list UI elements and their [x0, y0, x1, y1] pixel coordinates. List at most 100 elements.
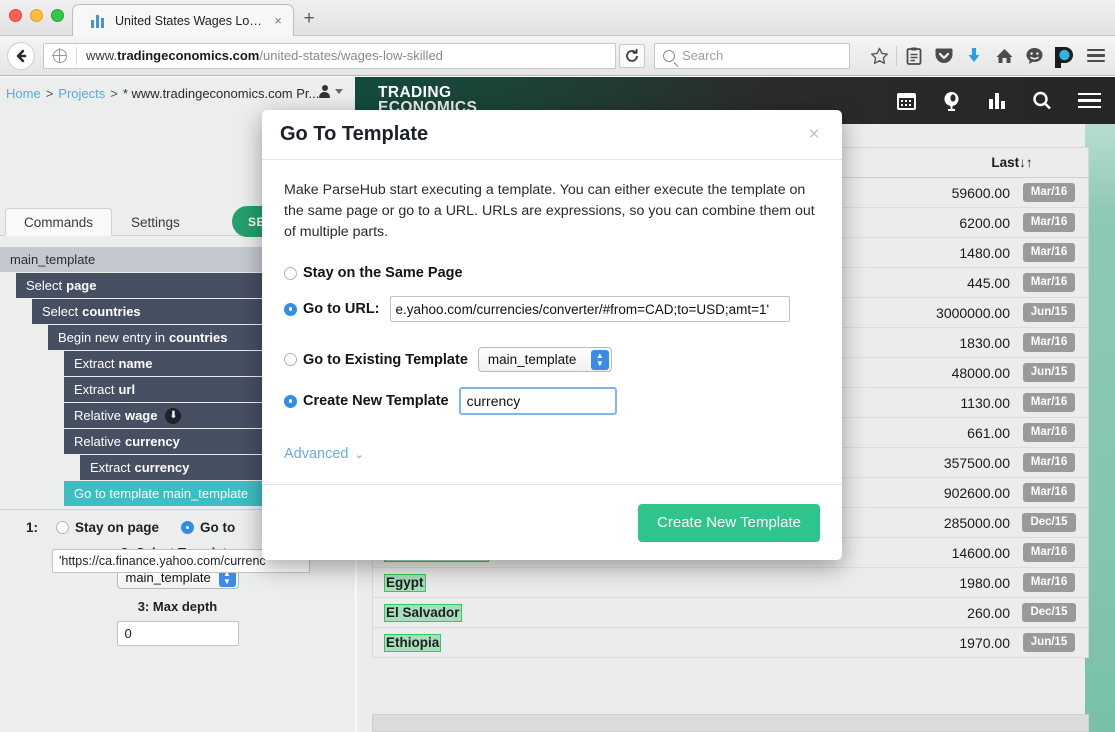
- command-tree-row-target: currency: [134, 460, 190, 475]
- status-badge: Mar/16: [1022, 243, 1076, 262]
- existing-template-dropdown[interactable]: main_template ▲ ▼: [477, 347, 612, 372]
- status-badge: Dec/15: [1022, 513, 1076, 532]
- pocket-icon[interactable]: [929, 42, 959, 70]
- breadcrumb-home[interactable]: Home: [6, 86, 41, 101]
- option-stay-same-page[interactable]: Stay on the Same Page: [284, 265, 820, 281]
- tab-commands-label: Commands: [24, 214, 94, 230]
- tab-commands[interactable]: Commands: [5, 208, 113, 236]
- radio-stay-same-page[interactable]: [284, 266, 297, 280]
- modal-header: Go To Template ×: [262, 110, 842, 160]
- search-placeholder: Search: [682, 48, 724, 63]
- download-icon[interactable]: ⬇: [165, 407, 182, 424]
- chat-icon[interactable]: [1019, 42, 1049, 70]
- radio-go-to-existing[interactable]: [284, 353, 297, 366]
- screenshot-root: Last↓↑ 59600.00 Mar/16 6200.00 Mar/16 1480.0…: [0, 0, 1115, 732]
- search-input[interactable]: Search: [654, 42, 850, 69]
- maximize-window-button[interactable]: [51, 9, 64, 22]
- radio-stay-on-page-label: Stay on page: [75, 520, 160, 535]
- option-create-new[interactable]: Create New Template currency: [284, 387, 820, 415]
- table-cell-date: Dec/15: [1010, 513, 1088, 532]
- status-badge: Mar/16: [1022, 453, 1076, 472]
- table-cell-last: 357500.00: [943, 454, 1010, 471]
- max-depth-value: 0: [124, 626, 132, 641]
- command-tree-row-label: Relative: [74, 408, 121, 423]
- url-bar[interactable]: www.tradingeconomics.com/united-states/w…: [43, 42, 616, 69]
- command-tree-row-label: Extract: [90, 460, 131, 475]
- table-cell-last: 1480.00: [959, 244, 1010, 261]
- tab-settings[interactable]: Settings: [113, 208, 198, 236]
- close-icon[interactable]: ×: [271, 13, 285, 28]
- stepper-icon: ▲ ▼: [590, 350, 609, 370]
- create-new-template-button[interactable]: Create New Template: [638, 503, 820, 542]
- reload-button[interactable]: [619, 43, 645, 68]
- table-cell-last: 445.00: [967, 274, 1010, 291]
- home-icon[interactable]: [989, 42, 1019, 70]
- chart-icon[interactable]: [987, 92, 1006, 110]
- option-go-to-existing[interactable]: Go to Existing Template main_template ▲ ▼: [284, 347, 820, 372]
- table-cell-last: 661.00: [967, 424, 1010, 441]
- downloads-icon[interactable]: [959, 42, 989, 70]
- te-column-header-last[interactable]: Last↓↑: [936, 155, 1088, 170]
- breadcrumb-sep-2: >: [110, 85, 118, 101]
- table-cell-last: 285000.00: [943, 514, 1010, 531]
- table-cell-country[interactable]: El Salvador: [373, 603, 462, 622]
- table-cell-date: Jun/15: [1010, 363, 1088, 382]
- calendar-icon[interactable]: [897, 91, 916, 110]
- selected-country-label[interactable]: El Salvador: [384, 603, 462, 622]
- command-tree-row-target: currency: [124, 434, 180, 449]
- radio-stay-on-page[interactable]: [56, 521, 70, 534]
- breadcrumb-projects[interactable]: Projects: [58, 86, 105, 101]
- globe-icon[interactable]: [942, 91, 961, 111]
- browser-tab[interactable]: United States Wages Low ... ×: [72, 4, 294, 36]
- bar-chart-icon: [90, 14, 106, 28]
- status-badge: Jun/15: [1022, 303, 1076, 322]
- radio-create-new[interactable]: [284, 394, 297, 408]
- close-icon[interactable]: ×: [804, 125, 824, 144]
- command-tree-row-label: Extract: [74, 356, 115, 371]
- status-badge: Mar/16: [1022, 273, 1076, 292]
- search-icon[interactable]: [1032, 91, 1052, 111]
- go-to-url-input[interactable]: e.yahoo.com/currencies/converter/#from=C…: [389, 296, 790, 322]
- table-row[interactable]: El Salvador 260.00 Dec/15: [373, 598, 1088, 628]
- radio-go-to-url[interactable]: [284, 302, 297, 316]
- option-go-to-url[interactable]: Go to URL: e.yahoo.com/currencies/conver…: [284, 296, 820, 322]
- option-stay-same-page-label: Stay on the Same Page: [303, 265, 463, 281]
- user-menu[interactable]: [319, 85, 343, 98]
- browser-navbar: www.tradingeconomics.com/united-states/w…: [0, 36, 1115, 76]
- command-tree-row-label: Extract: [74, 382, 115, 397]
- table-row[interactable]: Egypt 1980.00 Mar/16: [373, 568, 1088, 598]
- tab-settings-label: Settings: [131, 214, 180, 230]
- selected-country-label[interactable]: Ethiopia: [384, 633, 442, 652]
- back-button[interactable]: [7, 41, 35, 70]
- table-cell-country[interactable]: Ethiopia: [373, 633, 442, 652]
- radio-go-to[interactable]: [181, 521, 195, 534]
- status-badge: Mar/16: [1022, 483, 1076, 502]
- url-host-prefix: www.: [86, 48, 118, 63]
- table-cell-country[interactable]: Egypt: [373, 573, 426, 592]
- status-badge: Dec/15: [1022, 603, 1076, 622]
- sort-icon[interactable]: ↓↑: [1019, 155, 1033, 170]
- chevron-down-icon: [335, 89, 343, 94]
- command-tree-row-target: countries: [168, 330, 228, 345]
- table-cell-last: 260.00: [967, 604, 1010, 621]
- command-tree-row-target: name: [118, 356, 153, 371]
- menu-icon[interactable]: [1087, 48, 1105, 63]
- close-window-button[interactable]: [9, 9, 22, 22]
- table-row[interactable]: Ethiopia 1970.00 Jun/15: [373, 628, 1088, 658]
- bookmark-star-icon[interactable]: [864, 42, 894, 70]
- new-tab-button[interactable]: +: [299, 9, 319, 29]
- browser-tab-title: United States Wages Low ...: [115, 13, 265, 28]
- menu-icon[interactable]: [1078, 92, 1101, 109]
- advanced-toggle[interactable]: Advanced ⌄: [284, 446, 364, 462]
- breadcrumb-current: * www.tradingeconomics.com Pr...: [122, 85, 320, 101]
- reader-icon[interactable]: [899, 42, 929, 70]
- minimize-window-button[interactable]: [30, 9, 43, 22]
- parsehub-icon[interactable]: [1049, 42, 1079, 70]
- max-depth-input[interactable]: 0: [116, 621, 239, 646]
- go-to-url-value: e.yahoo.com/currencies/converter/#from=C…: [395, 301, 770, 317]
- table-cell-last: 6200.00: [959, 214, 1010, 231]
- selected-country-label[interactable]: Egypt: [384, 573, 426, 592]
- table-cell-last: 902600.00: [943, 484, 1010, 501]
- table-cell-date: Mar/16: [1010, 483, 1088, 502]
- new-template-name-input[interactable]: currency: [458, 387, 617, 415]
